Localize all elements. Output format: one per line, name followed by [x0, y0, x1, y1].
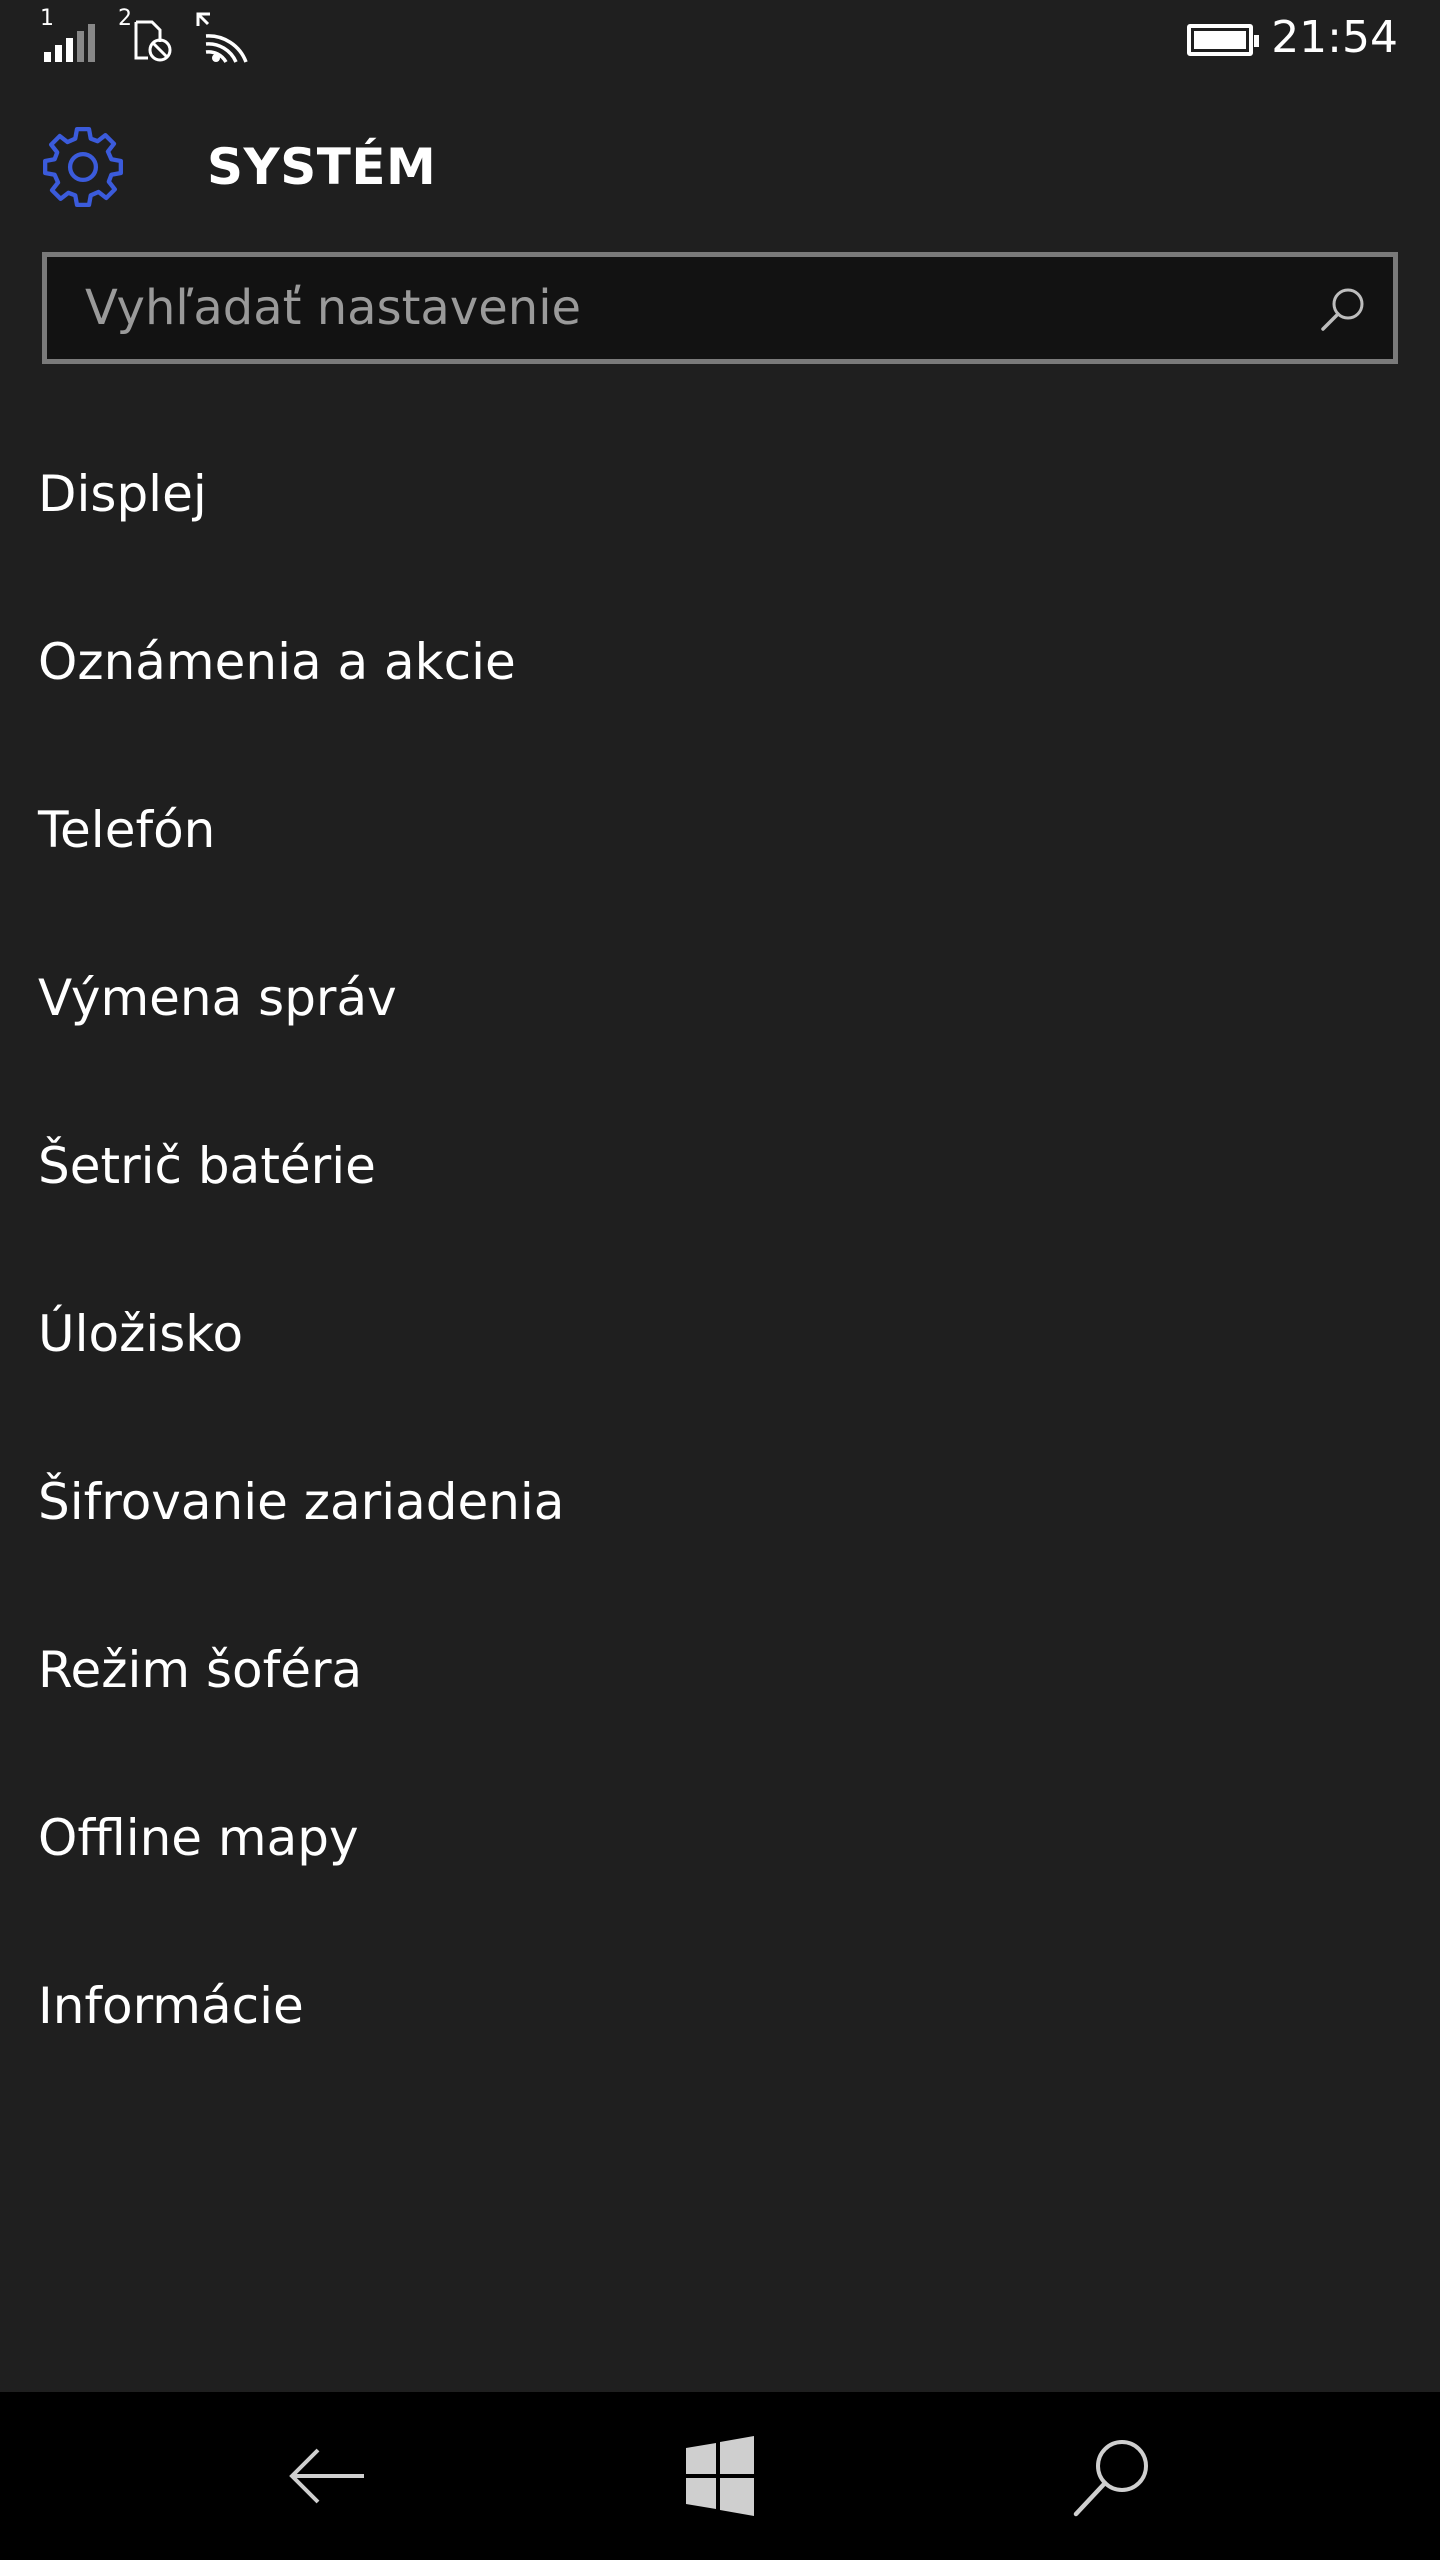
search-icon[interactable]: [1317, 283, 1369, 335]
status-bar: 1 2 21:54: [0, 0, 1440, 80]
menu-item-oznamenia-a-akcie[interactable]: Oznámenia a akcie: [0, 578, 1440, 746]
menu-item-displej[interactable]: Displej: [0, 410, 1440, 578]
signal-bars-icon: [44, 24, 95, 62]
search-box[interactable]: [42, 252, 1398, 364]
menu-item-rezim-sofera[interactable]: Režim šoféra: [0, 1586, 1440, 1754]
menu-item-setric-baterie[interactable]: Šetrič batérie: [0, 1082, 1440, 1250]
menu-item-offline-mapy[interactable]: Offline mapy: [0, 1754, 1440, 1922]
navigation-bar: [0, 2392, 1440, 2560]
wifi-icon: [196, 12, 248, 63]
clock: 21:54: [1271, 12, 1398, 63]
windows-start-icon[interactable]: [674, 2430, 766, 2522]
sim-no-service-icon: [134, 20, 172, 62]
battery-fill: [1194, 31, 1246, 49]
page-header: SYSTÉM: [0, 110, 1440, 230]
back-arrow-icon[interactable]: [282, 2430, 374, 2522]
menu-item-ulozisko[interactable]: Úložisko: [0, 1250, 1440, 1418]
menu-item-sifrovanie-zariadenia[interactable]: Šifrovanie zariadenia: [0, 1418, 1440, 1586]
battery-icon: [1187, 24, 1259, 56]
menu-item-informacie[interactable]: Informácie: [0, 1922, 1440, 2090]
search-icon[interactable]: [1068, 2430, 1160, 2522]
menu-item-vymena-sprav[interactable]: Výmena správ: [0, 914, 1440, 1082]
settings-list: Displej Oznámenia a akcie Telefón Výmena…: [0, 410, 1440, 2090]
gear-icon: [43, 127, 123, 207]
menu-item-telefon[interactable]: Telefón: [0, 746, 1440, 914]
page-title: SYSTÉM: [207, 138, 437, 196]
search-input[interactable]: [47, 257, 1393, 359]
